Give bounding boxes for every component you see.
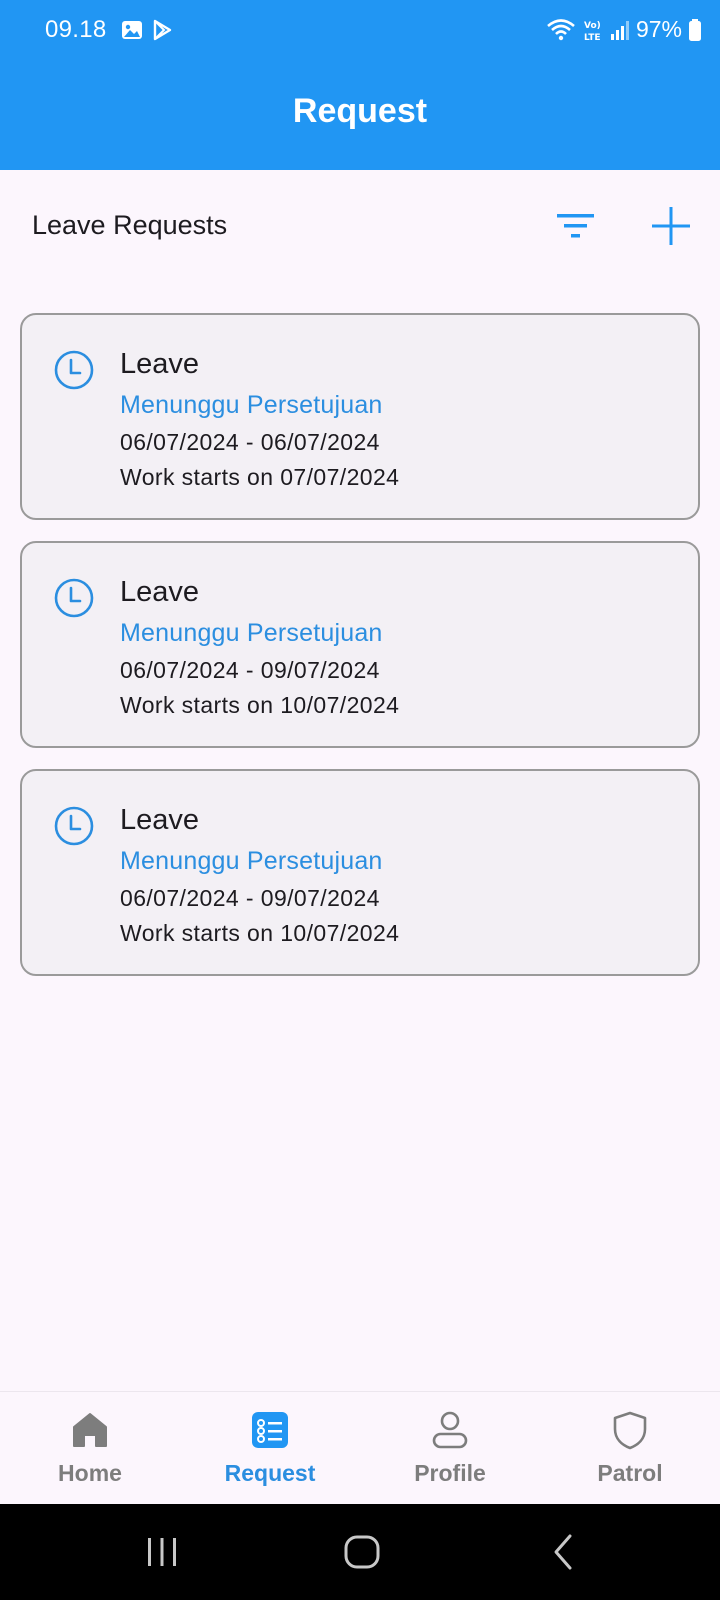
status-left-icons — [120, 18, 174, 42]
nav-item-patrol[interactable]: Patrol — [540, 1392, 720, 1505]
wifi-icon — [547, 18, 575, 40]
request-type: Leave — [120, 804, 200, 836]
page-title: Request — [292, 92, 428, 130]
request-type: Leave — [120, 576, 200, 608]
battery-icon — [689, 18, 701, 41]
request-work-start: Work starts on 10/07/2024 — [120, 692, 400, 718]
clock-icon — [54, 578, 94, 618]
request-dates: 06/07/2024 - 06/07/2024 — [120, 429, 380, 455]
person-icon — [432, 1411, 468, 1449]
request-work-start: Work starts on 07/07/2024 — [120, 464, 400, 490]
request-dates: 06/07/2024 - 09/07/2024 — [120, 885, 380, 911]
filter-button[interactable] — [548, 198, 604, 254]
home-circle-icon[interactable] — [342, 1532, 382, 1572]
shield-icon — [613, 1411, 647, 1450]
request-card[interactable]: Leave Menunggu Persetujuan 06/07/2024 - … — [20, 541, 700, 748]
top-bar: 09.18 Vo) LTE 97% Request — [0, 0, 720, 170]
home-icon — [73, 1413, 107, 1447]
add-request-button[interactable] — [643, 198, 699, 254]
screen: 09.18 Vo) LTE 97% Request Leave Requests… — [0, 0, 720, 1600]
status-time: 09.18 — [45, 16, 107, 43]
clock-icon — [54, 350, 94, 390]
volte-icon: Vo) LTE — [584, 21, 601, 43]
request-type: Leave — [120, 348, 200, 380]
svg-text:LTE: LTE — [584, 33, 601, 43]
request-dates: 06/07/2024 - 09/07/2024 — [120, 657, 380, 683]
filter-icon — [557, 214, 594, 238]
request-list-icon — [252, 1412, 288, 1448]
nav-label-patrol: Patrol — [597, 1460, 663, 1486]
request-status: Menunggu Persetujuan — [120, 847, 383, 875]
svg-text:Vo): Vo) — [584, 21, 601, 31]
back-chevron-icon[interactable] — [544, 1532, 584, 1572]
system-nav-bar — [0, 1504, 720, 1600]
bottom-nav: Home Request Profile Patrol — [0, 1391, 720, 1504]
nav-label-profile: Profile — [414, 1460, 486, 1486]
nav-label-request: Request — [224, 1460, 316, 1486]
battery-percent: 97% — [635, 16, 682, 42]
play-store-icon — [153, 19, 172, 41]
nav-label-home: Home — [58, 1460, 122, 1486]
status-right-icons: Vo) LTE 97% — [546, 16, 702, 43]
request-status: Menunggu Persetujuan — [120, 391, 383, 419]
recent-apps-icon[interactable] — [142, 1532, 182, 1572]
nav-item-home[interactable]: Home — [0, 1392, 180, 1505]
request-card[interactable]: Leave Menunggu Persetujuan 06/07/2024 - … — [20, 313, 700, 520]
signal-icon — [610, 20, 629, 40]
clock-icon — [54, 806, 94, 846]
request-list: Leave Menunggu Persetujuan 06/07/2024 - … — [20, 313, 700, 997]
nav-item-request[interactable]: Request — [180, 1392, 360, 1505]
request-status: Menunggu Persetujuan — [120, 619, 383, 647]
request-card[interactable]: Leave Menunggu Persetujuan 06/07/2024 - … — [20, 769, 700, 976]
request-work-start: Work starts on 10/07/2024 — [120, 920, 400, 946]
nav-item-profile[interactable]: Profile — [360, 1392, 540, 1505]
plus-icon — [652, 207, 690, 245]
image-icon — [122, 21, 142, 39]
section-title: Leave Requests — [32, 210, 228, 240]
status-bar: 09.18 Vo) LTE 97% — [0, 0, 720, 64]
